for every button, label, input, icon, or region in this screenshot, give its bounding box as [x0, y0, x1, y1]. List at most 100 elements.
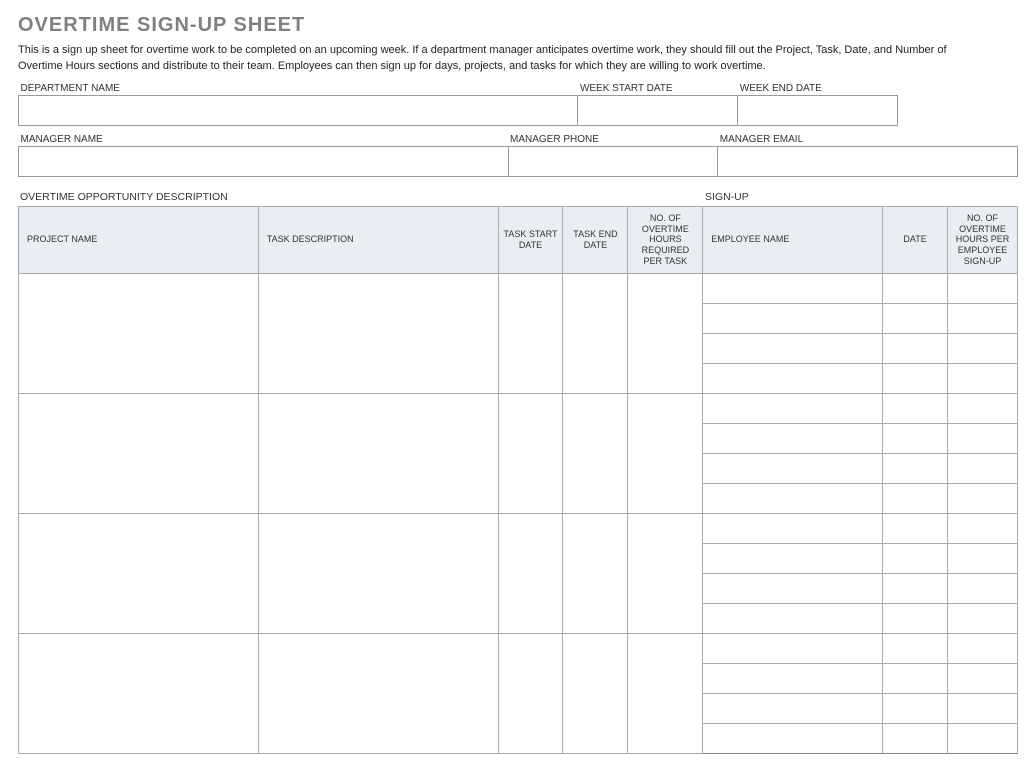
dept-input[interactable] [19, 95, 578, 125]
col-task: TASK DESCRIPTION [258, 206, 498, 273]
date-cell[interactable] [883, 573, 948, 603]
table-row [19, 633, 1018, 663]
page-title: OVERTIME SIGN-UP SHEET [18, 14, 1018, 37]
employee-cell[interactable] [703, 273, 883, 303]
task-start-cell[interactable] [498, 633, 563, 753]
week-start-input[interactable] [578, 95, 738, 125]
date-cell[interactable] [883, 303, 948, 333]
hours-signup-cell[interactable] [948, 543, 1018, 573]
task-start-cell[interactable] [498, 513, 563, 633]
project-cell[interactable] [19, 273, 259, 393]
date-cell[interactable] [883, 423, 948, 453]
col-project: PROJECT NAME [19, 206, 259, 273]
hours-signup-cell[interactable] [948, 273, 1018, 303]
hours-req-cell[interactable] [628, 633, 703, 753]
hours-req-cell[interactable] [628, 273, 703, 393]
section-labels: OVERTIME OPPORTUNITY DESCRIPTION SIGN-UP [18, 187, 1018, 206]
col-employee: EMPLOYEE NAME [703, 206, 883, 273]
hours-signup-cell[interactable] [948, 633, 1018, 663]
date-cell[interactable] [883, 273, 948, 303]
employee-cell[interactable] [703, 513, 883, 543]
header-row-manager: MANAGER NAME MANAGER PHONE MANAGER EMAIL [18, 132, 1018, 177]
employee-cell[interactable] [703, 423, 883, 453]
col-date: DATE [883, 206, 948, 273]
opportunity-section-label: OVERTIME OPPORTUNITY DESCRIPTION [18, 187, 703, 206]
employee-cell[interactable] [703, 543, 883, 573]
date-cell[interactable] [883, 633, 948, 663]
hours-signup-cell[interactable] [948, 333, 1018, 363]
employee-cell[interactable] [703, 453, 883, 483]
dept-label: DEPARTMENT NAME [19, 81, 578, 96]
task-end-cell[interactable] [563, 393, 628, 513]
hours-signup-cell[interactable] [948, 573, 1018, 603]
week-end-input[interactable] [738, 95, 898, 125]
date-cell[interactable] [883, 543, 948, 573]
signup-section-label: SIGN-UP [703, 187, 1018, 206]
employee-cell[interactable] [703, 603, 883, 633]
mgr-email-label: MANAGER EMAIL [718, 132, 1018, 147]
employee-cell[interactable] [703, 723, 883, 753]
col-hours-signup: NO. OF OVERTIME HOURS PER EMPLOYEE SIGN-… [948, 206, 1018, 273]
task-cell[interactable] [258, 273, 498, 393]
date-cell[interactable] [883, 483, 948, 513]
week-end-label: WEEK END DATE [738, 81, 898, 96]
header-row-dates: DEPARTMENT NAME WEEK START DATE WEEK END… [18, 81, 1018, 126]
description-text: This is a sign up sheet for overtime wor… [18, 43, 978, 75]
employee-cell[interactable] [703, 663, 883, 693]
task-end-cell[interactable] [563, 513, 628, 633]
hours-signup-cell[interactable] [948, 663, 1018, 693]
employee-cell[interactable] [703, 363, 883, 393]
date-cell[interactable] [883, 363, 948, 393]
hours-req-cell[interactable] [628, 513, 703, 633]
date-cell[interactable] [883, 333, 948, 363]
date-cell[interactable] [883, 513, 948, 543]
task-start-cell[interactable] [498, 273, 563, 393]
table-header-row: PROJECT NAME TASK DESCRIPTION TASK START… [19, 206, 1018, 273]
hours-req-cell[interactable] [628, 393, 703, 513]
employee-cell[interactable] [703, 303, 883, 333]
task-cell[interactable] [258, 513, 498, 633]
task-end-cell[interactable] [563, 633, 628, 753]
task-cell[interactable] [258, 633, 498, 753]
mgr-phone-input[interactable] [508, 146, 718, 176]
hours-signup-cell[interactable] [948, 603, 1018, 633]
col-task-start: TASK START DATE [498, 206, 563, 273]
hours-signup-cell[interactable] [948, 363, 1018, 393]
overtime-table: PROJECT NAME TASK DESCRIPTION TASK START… [18, 206, 1018, 754]
employee-cell[interactable] [703, 633, 883, 663]
hours-signup-cell[interactable] [948, 453, 1018, 483]
date-cell[interactable] [883, 393, 948, 423]
mgr-email-input[interactable] [718, 146, 1018, 176]
date-cell[interactable] [883, 453, 948, 483]
date-cell[interactable] [883, 663, 948, 693]
mgr-name-input[interactable] [19, 146, 509, 176]
date-cell[interactable] [883, 723, 948, 753]
hours-signup-cell[interactable] [948, 423, 1018, 453]
project-cell[interactable] [19, 393, 259, 513]
date-cell[interactable] [883, 603, 948, 633]
employee-cell[interactable] [703, 333, 883, 363]
hours-signup-cell[interactable] [948, 393, 1018, 423]
date-cell[interactable] [883, 693, 948, 723]
week-start-label: WEEK START DATE [578, 81, 738, 96]
task-start-cell[interactable] [498, 393, 563, 513]
employee-cell[interactable] [703, 573, 883, 603]
mgr-name-label: MANAGER NAME [19, 132, 509, 147]
col-hours-req: NO. OF OVERTIME HOURS REQUIRED PER TASK [628, 206, 703, 273]
hours-signup-cell[interactable] [948, 303, 1018, 333]
employee-cell[interactable] [703, 483, 883, 513]
employee-cell[interactable] [703, 393, 883, 423]
employee-cell[interactable] [703, 693, 883, 723]
table-row [19, 273, 1018, 303]
hours-signup-cell[interactable] [948, 723, 1018, 753]
table-row [19, 513, 1018, 543]
col-task-end: TASK END DATE [563, 206, 628, 273]
hours-signup-cell[interactable] [948, 513, 1018, 543]
project-cell[interactable] [19, 633, 259, 753]
table-row [19, 393, 1018, 423]
project-cell[interactable] [19, 513, 259, 633]
hours-signup-cell[interactable] [948, 483, 1018, 513]
hours-signup-cell[interactable] [948, 693, 1018, 723]
task-end-cell[interactable] [563, 273, 628, 393]
task-cell[interactable] [258, 393, 498, 513]
